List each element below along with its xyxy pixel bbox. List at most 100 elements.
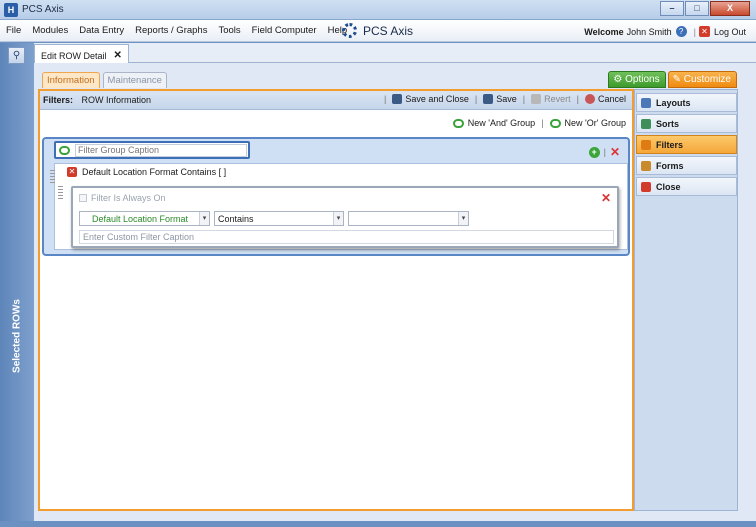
user-box: Welcome John Smith ? | ✕ Log Out	[584, 26, 746, 37]
sorts-button[interactable]: Sorts	[636, 114, 737, 133]
group-actions: New 'And' Group | New 'Or' Group	[447, 118, 626, 128]
close-window-button[interactable]: X	[710, 1, 750, 16]
divider: |	[693, 26, 696, 37]
menu-reports-graphs[interactable]: Reports / Graphs	[135, 25, 207, 36]
group-icon	[452, 118, 464, 128]
new-or-group-button[interactable]: New 'Or' Group	[549, 118, 626, 128]
menu-data-entry[interactable]: Data Entry	[79, 25, 124, 36]
logout-icon[interactable]: ✕	[698, 26, 710, 37]
divider: |	[384, 94, 387, 104]
tab-information[interactable]: Information	[42, 72, 100, 88]
window-titlebar: H PCS Axis – □ X	[0, 0, 756, 20]
save-button[interactable]: Save	[483, 94, 517, 104]
filters-content: Filters: ROW Information | Save and Clos…	[38, 89, 634, 511]
filter-title: Filters: ROW Information	[43, 95, 151, 105]
pcs-logo-icon	[342, 23, 357, 38]
close-icon	[641, 181, 651, 192]
operator-select-value: Contains	[218, 214, 254, 224]
tab-label: Edit ROW Detail	[41, 50, 107, 61]
menu-field-computer[interactable]: Field Computer	[252, 25, 317, 36]
revert-button[interactable]: Revert	[531, 94, 571, 104]
forms-icon	[641, 160, 651, 171]
options-button[interactable]: ⚙ Options	[608, 71, 666, 88]
filter-toolbar: Filters: ROW Information | Save and Clos…	[40, 91, 632, 110]
selected-rows-label[interactable]: Selected ROWs	[12, 299, 23, 373]
divider: |	[576, 94, 579, 104]
cancel-button[interactable]: Cancel	[584, 94, 626, 104]
close-editor-icon[interactable]: ✕	[601, 191, 611, 205]
brand-name: PCS Axis	[363, 23, 414, 38]
filter-group: + | ✕ ✕ Default Location Format Contains…	[42, 137, 630, 256]
field-select-value: Default Location Format	[92, 214, 189, 224]
always-on-label: Filter Is Always On	[91, 193, 166, 203]
chevron-down-icon[interactable]: ▾	[199, 212, 209, 225]
layouts-icon	[641, 97, 651, 108]
filter-icon	[641, 139, 651, 150]
tab-edit-row-detail[interactable]: Edit ROW Detail ✕	[34, 44, 129, 63]
always-on-toggle[interactable]: Filter Is Always On	[79, 193, 166, 203]
field-select[interactable]: Default Location Format ▾	[79, 211, 210, 226]
operator-select[interactable]: Contains ▾	[214, 211, 344, 226]
condition-summary: ✕ Default Location Format Contains [ ]	[67, 167, 226, 177]
menu-tools[interactable]: Tools	[218, 25, 240, 36]
forms-button[interactable]: Forms	[636, 156, 737, 175]
filters-label: Filters:	[43, 95, 74, 105]
window-title: PCS Axis	[22, 4, 64, 15]
condition-summary-text[interactable]: Default Location Format Contains [ ]	[82, 167, 226, 177]
help-icon[interactable]: ?	[675, 26, 687, 37]
menu-file[interactable]: File	[6, 25, 21, 36]
delete-condition-icon[interactable]: ✕	[67, 167, 77, 177]
cancel-label: Cancel	[597, 94, 626, 104]
save-and-close-button[interactable]: Save and Close	[392, 94, 469, 104]
top-right-buttons: ⚙ Options ✎ Customize	[606, 71, 737, 88]
new-and-group-button[interactable]: New 'And' Group	[452, 118, 536, 128]
save-icon	[483, 94, 494, 104]
menu-modules[interactable]: Modules	[32, 25, 68, 36]
group-caption-input[interactable]	[75, 143, 247, 157]
new-and-label: New 'And' Group	[467, 118, 536, 128]
minimize-button[interactable]: –	[660, 1, 684, 16]
custom-caption-input[interactable]: Enter Custom Filter Caption	[79, 230, 614, 244]
group-icon	[549, 118, 561, 128]
value-select[interactable]: ▾	[348, 211, 469, 226]
add-condition-icon[interactable]: +	[588, 146, 600, 158]
delete-group-icon[interactable]: ✕	[610, 145, 620, 159]
save-close-label: Save and Close	[405, 94, 469, 104]
selected-rows-sidebar[interactable]: ⚲ Selected ROWs	[0, 43, 34, 521]
search-icon[interactable]: ⚲	[8, 47, 25, 64]
save-label: Save	[496, 94, 517, 104]
main-menu: File Modules Data Entry Reports / Graphs…	[6, 25, 358, 36]
bottom-edge	[34, 521, 756, 527]
user-name: John Smith	[626, 26, 672, 37]
welcome-label: Welcome	[584, 26, 624, 37]
revert-label: Revert	[544, 94, 571, 104]
save-close-icon	[392, 94, 403, 104]
sorts-label: Sorts	[656, 118, 680, 129]
options-label: Options	[625, 74, 660, 85]
forms-label: Forms	[656, 160, 684, 171]
filters-button[interactable]: Filters	[636, 135, 737, 154]
brand: PCS Axis	[342, 23, 413, 38]
group-tools: + | ✕	[588, 145, 620, 159]
divider: |	[474, 94, 478, 104]
customize-button[interactable]: ✎ Customize	[667, 71, 737, 88]
close-label: Close	[656, 181, 681, 192]
chevron-down-icon[interactable]: ▾	[458, 212, 468, 225]
group-caption-row	[54, 141, 250, 159]
customize-label: Customize	[683, 74, 731, 85]
layouts-label: Layouts	[656, 97, 691, 108]
condition-drag-handle[interactable]	[58, 186, 63, 200]
tab-close-icon[interactable]: ✕	[114, 50, 122, 61]
maximize-button[interactable]: □	[685, 1, 709, 16]
tab-maintenance[interactable]: Maintenance	[102, 72, 167, 88]
layouts-button[interactable]: Layouts	[636, 93, 737, 112]
divider: |	[541, 118, 544, 128]
logout-link[interactable]: Log Out	[714, 27, 746, 37]
close-panel-button[interactable]: Close	[636, 177, 737, 196]
divider: |	[522, 94, 526, 104]
chevron-down-icon[interactable]: ▾	[333, 212, 343, 225]
group-drag-handle[interactable]	[50, 170, 55, 184]
app-icon: H	[4, 3, 18, 17]
cancel-icon	[584, 94, 595, 104]
always-on-checkbox[interactable]	[79, 194, 87, 202]
